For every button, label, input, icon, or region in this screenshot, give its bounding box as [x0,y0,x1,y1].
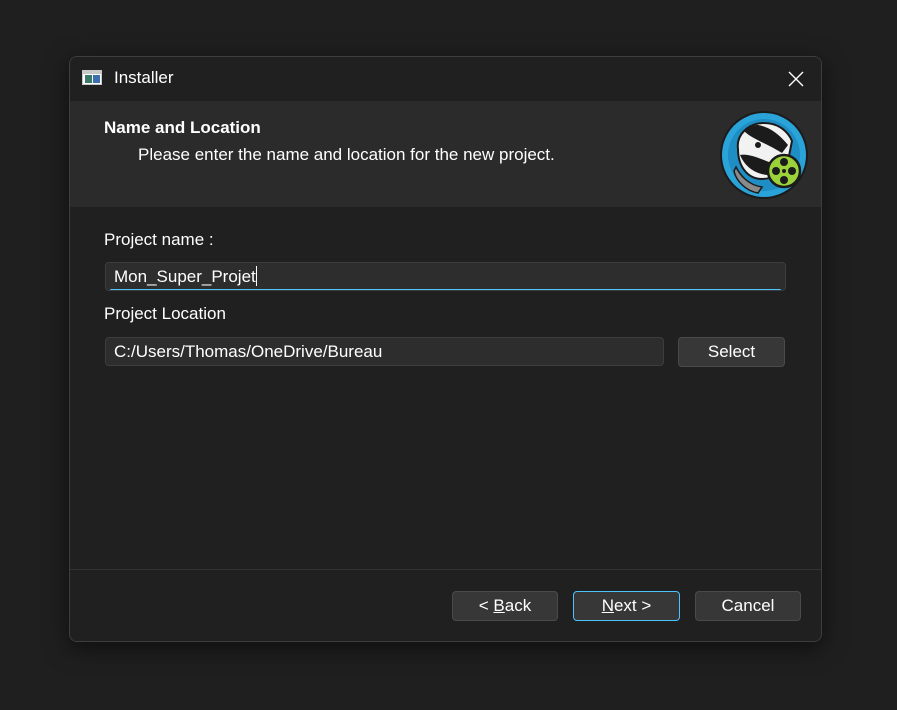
back-accelerator: B [493,596,505,615]
close-icon [788,71,804,87]
back-prefix: < [478,596,494,615]
select-button[interactable]: Select [678,337,785,367]
close-button[interactable] [771,57,821,101]
page-title: Name and Location [104,118,261,137]
back-label-rest: ack [504,596,532,615]
project-location-input[interactable]: C:/Users/Thomas/OneDrive/Bureau [105,337,664,366]
next-accelerator: N [601,596,614,615]
back-button[interactable]: < Back [452,591,558,621]
project-location-value: C:/Users/Thomas/OneDrive/Bureau [114,342,383,361]
project-name-label: Project name : [104,230,214,249]
project-name-value: Mon_Super_Projet [114,267,256,286]
next-label-rest: ext > [613,596,652,615]
input-underline [110,365,659,366]
text-cursor [255,266,257,286]
wizard-footer: < Back Next > Cancel [70,570,821,641]
wizard-header: Name and Location Please enter the name … [70,101,821,207]
window-title: Installer [114,68,174,87]
project-location-label: Project Location [104,304,226,323]
next-button[interactable]: Next > [573,591,680,621]
page-subtitle: Please enter the name and location for t… [138,145,555,164]
title-bar[interactable]: Installer [70,57,821,101]
installer-window: Installer Name and Location Please enter… [69,56,822,642]
cancel-button[interactable]: Cancel [695,591,801,621]
focus-underline [110,289,781,290]
wizard-body: Project name : Mon_Super_Projet Project … [70,207,821,569]
app-window-icon [82,70,102,85]
project-name-input[interactable]: Mon_Super_Projet [105,262,786,291]
badger-film-logo-icon [720,111,808,199]
